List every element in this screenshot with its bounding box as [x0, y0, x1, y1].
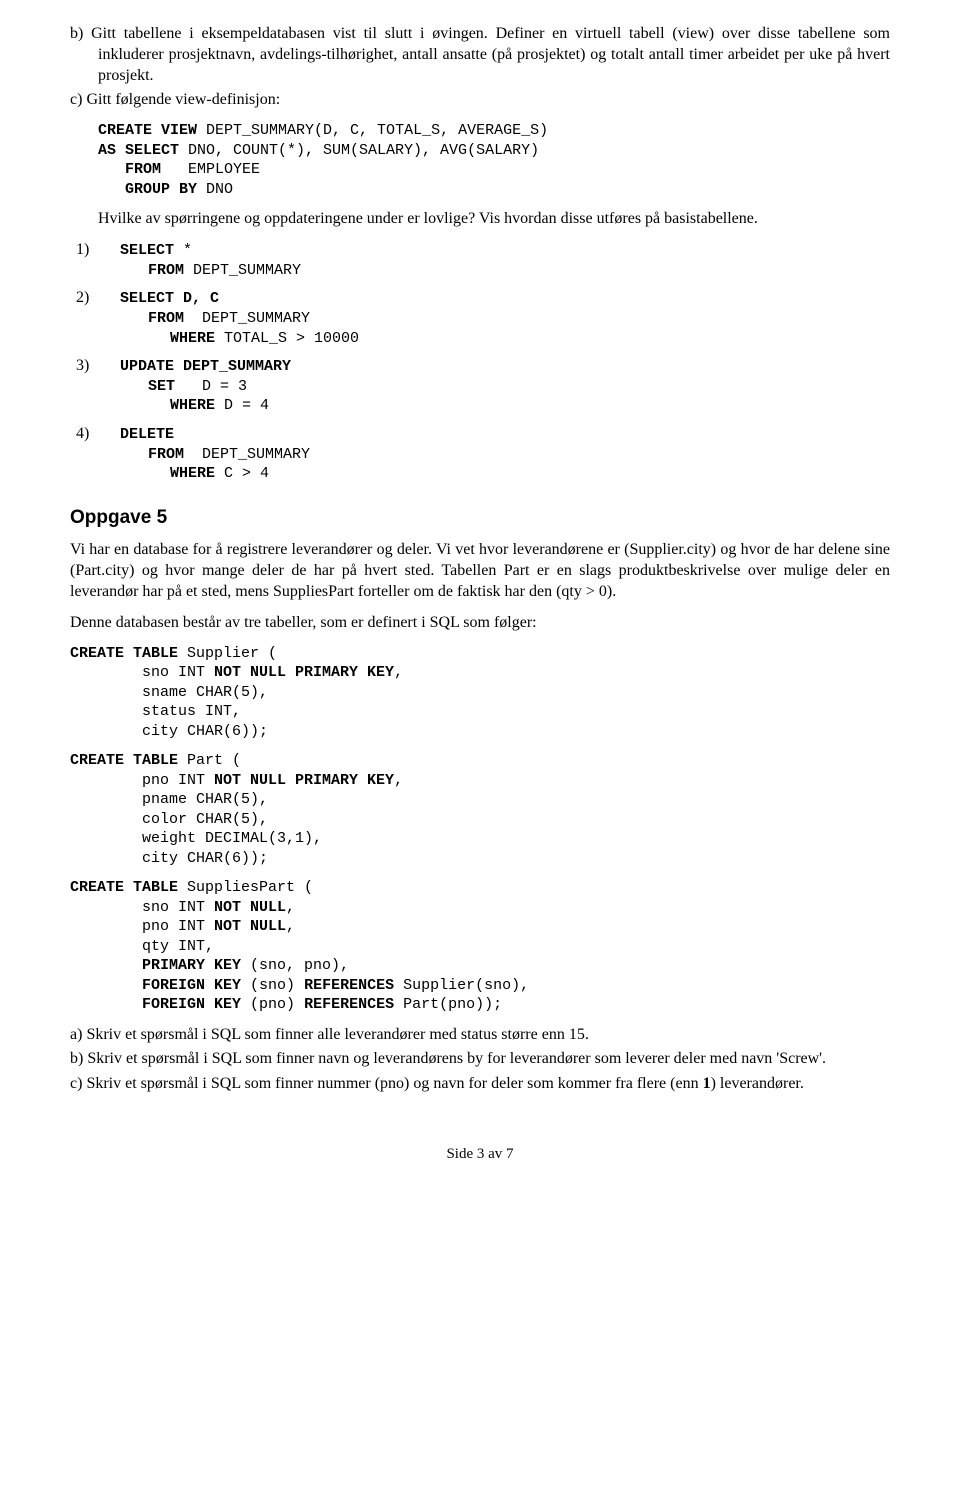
paragraph-b: b) Gitt tabellene i eksempeldatabasen vi…: [70, 24, 890, 86]
oppgave5-p2: Denne databasen består av tre tabeller, …: [70, 613, 890, 634]
task-c: c) Skriv et spørsmål i SQL som finner nu…: [70, 1074, 890, 1095]
task-b: b) Skriv et spørsmål i SQL som finner na…: [70, 1049, 890, 1070]
query-2: 2)SELECT D, C FROM DEPT_SUMMARY WHERE TO…: [70, 288, 890, 348]
text-c: Gitt følgende view-definisjon:: [86, 91, 280, 108]
label-task-b: b): [70, 1050, 83, 1067]
label-2: 2): [98, 288, 120, 309]
query-1: 1)SELECT * FROM DEPT_SUMMARY: [70, 240, 890, 280]
text-task-b: Skriv et spørsmål i SQL som finner navn …: [87, 1050, 826, 1067]
page-footer: Side 3 av 7: [70, 1145, 890, 1165]
task-a: a) Skriv et spørsmål i SQL som finner al…: [70, 1025, 890, 1046]
text-task-c2: ) leverandører.: [711, 1075, 804, 1092]
text-task-c-bold: 1: [703, 1075, 711, 1092]
label-c: c): [70, 91, 82, 108]
paragraph-c-intro: c) Gitt følgende view-definisjon:: [70, 90, 890, 111]
label-b: b): [70, 25, 83, 42]
view-definition-code: CREATE VIEW DEPT_SUMMARY(D, C, TOTAL_S, …: [98, 121, 890, 199]
query-4: 4)DELETE FROM DEPT_SUMMARY WHERE C > 4: [70, 424, 890, 484]
text-b: Gitt tabellene i eksempeldatabasen vist …: [91, 25, 890, 84]
heading-oppgave-5: Oppgave 5: [70, 506, 890, 531]
oppgave5-p1: Vi har en database for å registrere leve…: [70, 540, 890, 602]
create-table-supplier: CREATE TABLE Supplier ( sno INT NOT NULL…: [70, 644, 890, 742]
create-table-part: CREATE TABLE Part ( pno INT NOT NULL PRI…: [70, 751, 890, 868]
label-1: 1): [98, 240, 120, 261]
label-task-c: c): [70, 1075, 82, 1092]
label-4: 4): [98, 424, 120, 445]
paragraph-c-question: Hvilke av spørringene og oppdateringene …: [98, 209, 890, 230]
text-task-a: Skriv et spørsmål i SQL som finner alle …: [86, 1026, 588, 1043]
label-3: 3): [98, 356, 120, 377]
create-table-suppliespart: CREATE TABLE SuppliesPart ( sno INT NOT …: [70, 878, 890, 1015]
text-task-c1: Skriv et spørsmål i SQL som finner numme…: [86, 1075, 702, 1092]
label-task-a: a): [70, 1026, 82, 1043]
query-3: 3)UPDATE DEPT_SUMMARY SET D = 3 WHERE D …: [70, 356, 890, 416]
